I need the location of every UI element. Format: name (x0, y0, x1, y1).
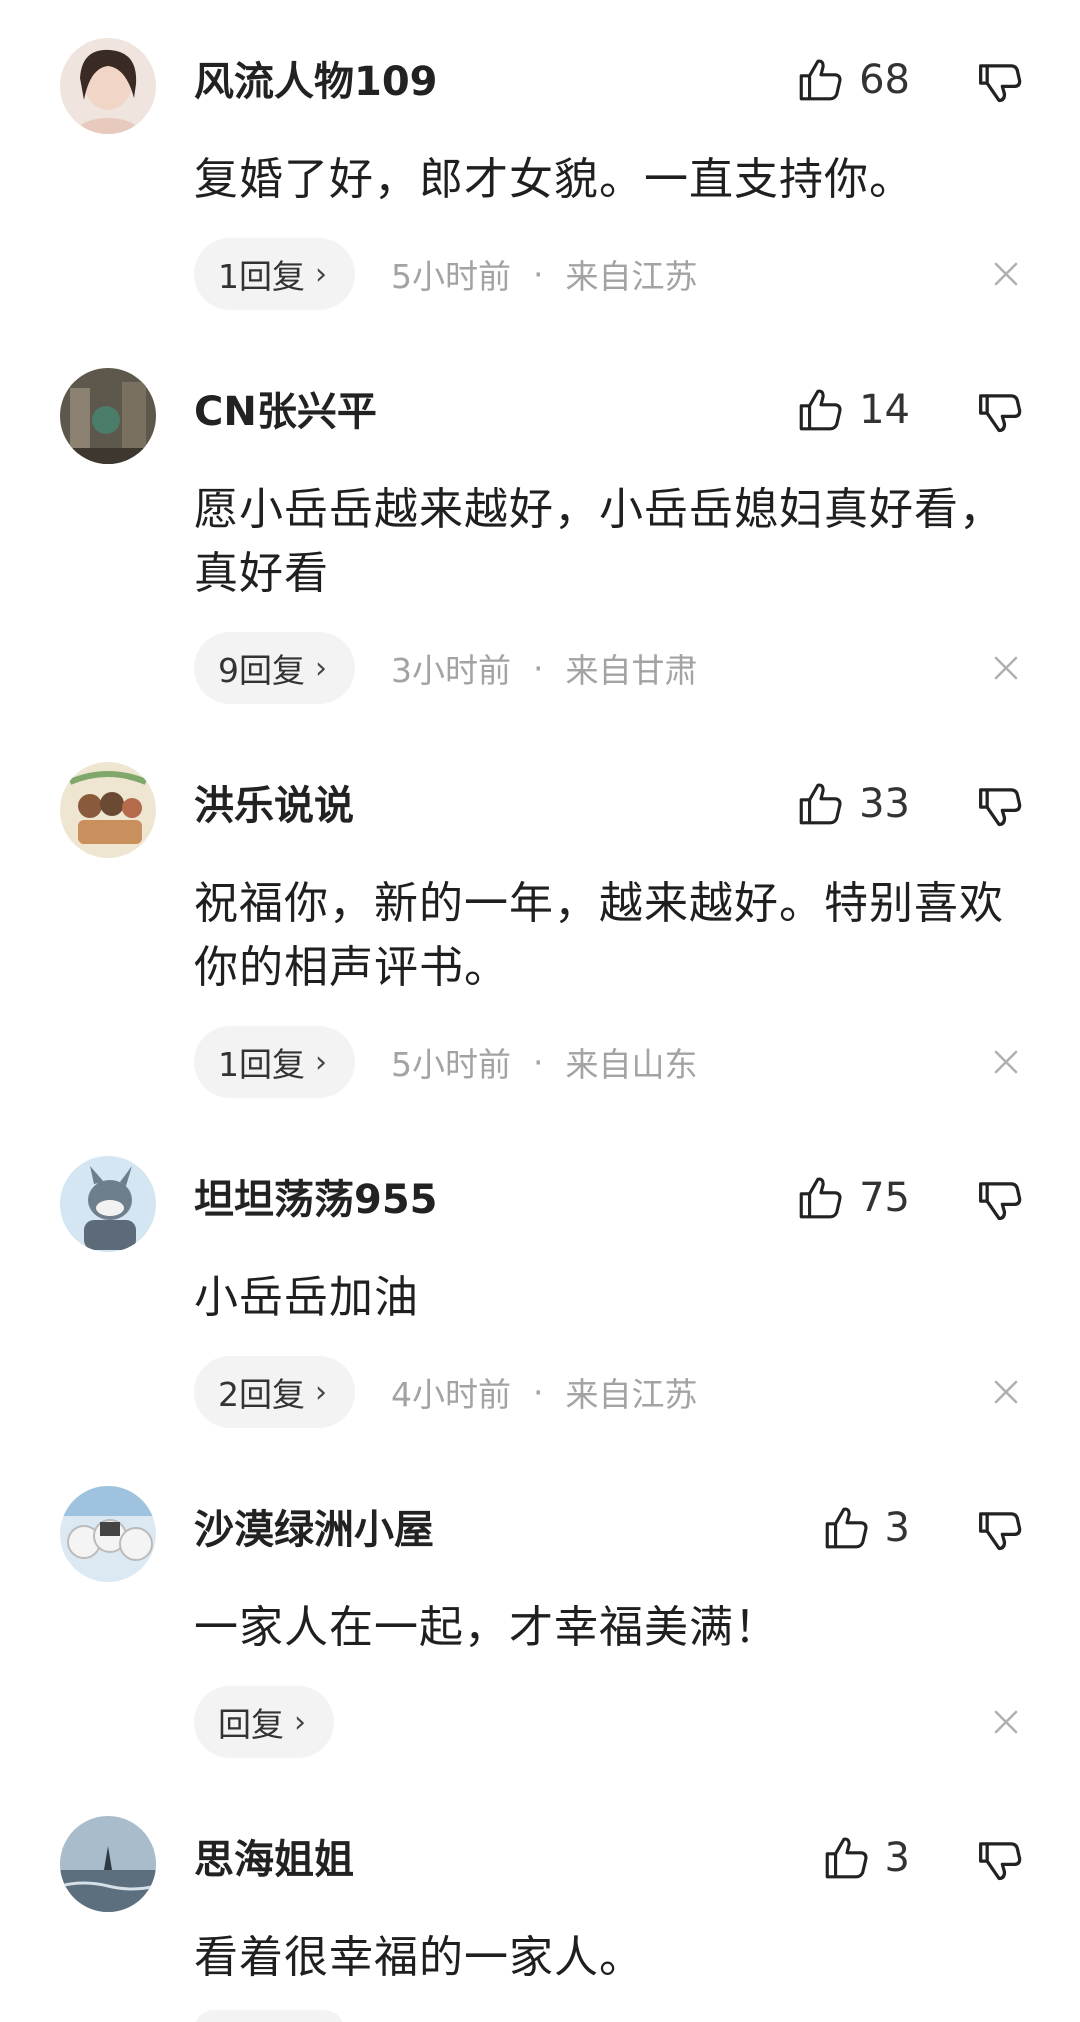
chevron-right-icon: › (315, 1044, 327, 1080)
close-icon[interactable] (988, 1704, 1024, 1740)
username[interactable]: 思海姐姐 (194, 1830, 354, 1890)
separator-dot: · (533, 648, 544, 688)
like-button[interactable]: 75 (795, 1168, 910, 1228)
avatar[interactable] (60, 1156, 156, 1252)
reply-button[interactable]: 9回复 › (194, 632, 355, 704)
thumbs-up-icon (825, 1507, 868, 1549)
thumbs-down-icon (979, 1842, 1022, 1881)
comment-text: 祝福你，新的一年，越来越好。特别喜欢你的相声评书。 (194, 878, 1004, 993)
close-icon[interactable] (988, 650, 1024, 686)
thumbs-up-icon (799, 783, 842, 825)
close-icon[interactable] (988, 1044, 1024, 1080)
separator-dot: · (533, 254, 544, 294)
reply-button[interactable]: 1回复 › (194, 238, 355, 310)
reply-button[interactable] (194, 2010, 344, 2022)
username[interactable]: 沙漠绿洲小屋 (194, 1500, 434, 1560)
dislike-button[interactable] (972, 1173, 1024, 1225)
like-count: 68 (859, 57, 910, 103)
comment-text: 看着很幸福的一家人。 (194, 1932, 644, 1983)
comment-time: 4小时前 (391, 1375, 511, 1414)
chevron-right-icon: › (315, 256, 327, 292)
thumbs-up-icon (825, 1837, 868, 1879)
like-button[interactable]: 33 (795, 774, 910, 834)
comment-text: 一家人在一起，才幸福美满！ (194, 1602, 779, 1653)
avatar[interactable] (60, 38, 156, 134)
reply-count: 回复 (218, 1705, 284, 1744)
dislike-button[interactable] (972, 779, 1024, 831)
chevron-right-icon: › (294, 1704, 306, 1740)
reply-button[interactable]: 2回复 › (194, 1356, 355, 1428)
thumbs-down-icon (979, 788, 1022, 827)
thumbs-down-icon (979, 1182, 1022, 1221)
reply-button[interactable]: 1回复 › (194, 1026, 355, 1098)
comment-location: 来自甘肃 (565, 651, 698, 690)
like-button[interactable]: 68 (795, 50, 910, 110)
comment-text: 愿小岳岳越来越好，小岳岳媳妇真好看，真好看 (194, 484, 1004, 599)
comment-time: 3小时前 (391, 651, 511, 690)
like-button[interactable]: 14 (795, 380, 910, 440)
thumbs-down-icon (979, 394, 1022, 433)
separator-dot: · (533, 1042, 544, 1082)
username[interactable]: 坦坦荡荡955 (194, 1170, 438, 1230)
close-icon[interactable] (988, 1374, 1024, 1410)
dislike-button[interactable] (972, 1503, 1024, 1555)
like-count: 75 (859, 1175, 910, 1221)
thumbs-up-icon (799, 1177, 842, 1219)
reply-count: 2回复 (218, 1375, 305, 1414)
like-count: 33 (859, 781, 910, 827)
username[interactable]: 洪乐说说 (194, 776, 354, 836)
like-button[interactable]: 3 (821, 1828, 910, 1888)
avatar[interactable] (60, 1486, 156, 1582)
thumbs-up-icon (799, 389, 842, 431)
reply-count: 9回复 (218, 651, 305, 690)
thumbs-up-icon (799, 59, 842, 101)
reply-button[interactable]: 回复 › (194, 1686, 334, 1758)
avatar[interactable] (60, 1816, 156, 1912)
reply-count: 1回复 (218, 1045, 305, 1084)
username[interactable]: CN张兴平 (194, 382, 377, 442)
comment-time: 5小时前 (391, 257, 511, 296)
thumbs-down-icon (979, 64, 1022, 103)
like-count: 3 (884, 1505, 910, 1551)
chevron-right-icon: › (315, 650, 327, 686)
comment-location: 来自江苏 (565, 1375, 698, 1414)
like-button[interactable]: 3 (821, 1498, 910, 1558)
like-count: 3 (884, 1835, 910, 1881)
comment-text: 复婚了好，郎才女貌。一直支持你。 (194, 154, 914, 205)
dislike-button[interactable] (972, 55, 1024, 107)
like-count: 14 (859, 387, 910, 433)
close-icon[interactable] (988, 256, 1024, 292)
comment-text: 小岳岳加油 (194, 1272, 419, 1323)
comment-location: 来自江苏 (565, 257, 698, 296)
comment-time: 5小时前 (391, 1045, 511, 1084)
avatar[interactable] (60, 762, 156, 858)
avatar[interactable] (60, 368, 156, 464)
reply-count: 1回复 (218, 257, 305, 296)
chevron-right-icon: › (315, 1374, 327, 1410)
username[interactable]: 风流人物109 (194, 52, 438, 112)
thumbs-down-icon (979, 1512, 1022, 1551)
comment-location: 来自山东 (565, 1045, 698, 1084)
dislike-button[interactable] (972, 385, 1024, 437)
dislike-button[interactable] (972, 1833, 1024, 1885)
separator-dot: · (533, 1372, 544, 1412)
